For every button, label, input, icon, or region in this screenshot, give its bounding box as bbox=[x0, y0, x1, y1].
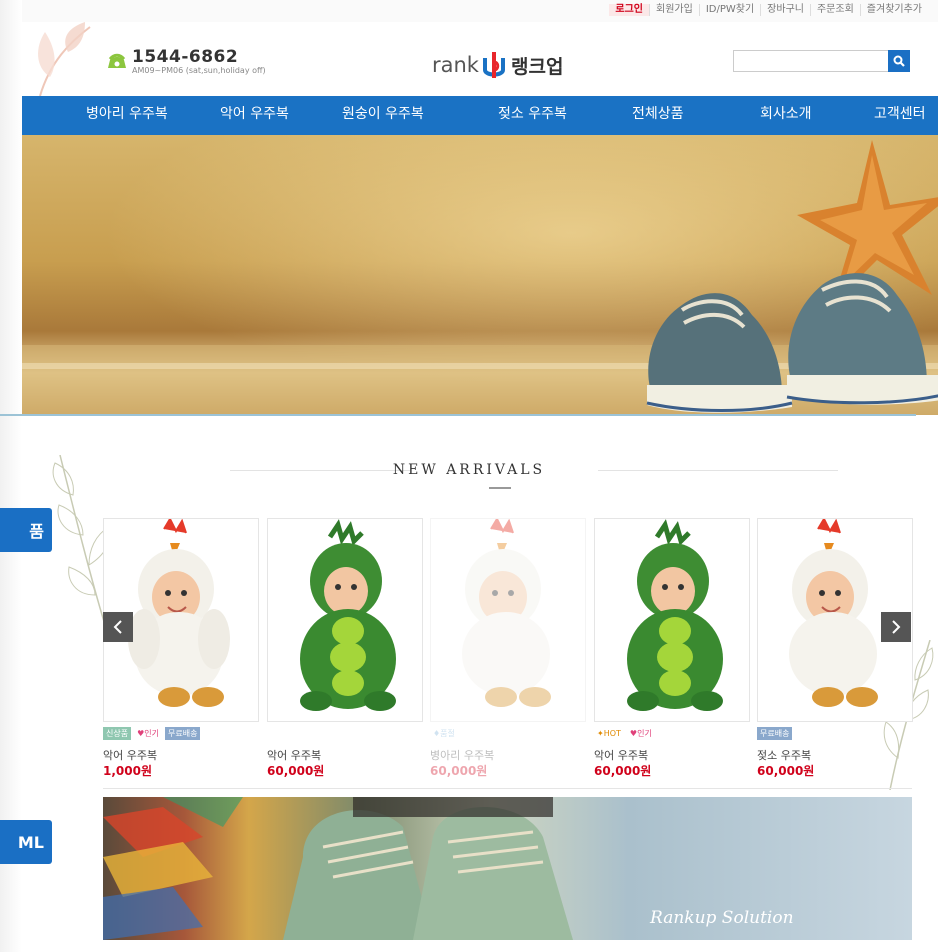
login-link[interactable]: 로그인 bbox=[609, 4, 650, 16]
site-logo[interactable]: rank 랭크업 bbox=[432, 50, 563, 80]
hero-bottom-line bbox=[0, 414, 916, 416]
title-underline bbox=[489, 487, 511, 489]
product-4-badges: ✦HOT ♥인기 bbox=[594, 727, 655, 740]
product-card-3[interactable] bbox=[430, 518, 586, 722]
top-utility-bar: 로그인 회원가입 ID/PW찾기 장바구니 주문조회 즐겨찾기추가 bbox=[22, 0, 938, 23]
product-price: 60,000원 bbox=[594, 764, 652, 778]
product-1-badges: 신상품 ♥인기 무료배송 bbox=[103, 727, 201, 740]
search-button[interactable] bbox=[888, 50, 910, 72]
product-price: 60,000원 bbox=[430, 764, 488, 778]
badge-new: 신상품 bbox=[103, 727, 132, 740]
baby-shoe-right-icon bbox=[786, 273, 938, 405]
nav-item-chick[interactable]: 병아리 우주복 bbox=[86, 96, 168, 135]
banner-text: Rankup Solution bbox=[650, 908, 794, 928]
hero-scene bbox=[22, 140, 938, 415]
product-price: 1,000원 bbox=[103, 764, 152, 778]
carousel-prev-button[interactable] bbox=[103, 612, 133, 642]
product-price: 60,000원 bbox=[267, 764, 325, 778]
product-5-badges: 무료배송 bbox=[757, 727, 793, 740]
side-tab-html[interactable]: ML bbox=[0, 820, 52, 864]
find-id-pw-link[interactable]: ID/PW찾기 bbox=[698, 4, 760, 16]
product-name[interactable]: 병아리 우주복 bbox=[430, 747, 494, 763]
nav-item-crocodile[interactable]: 악어 우주복 bbox=[220, 96, 289, 135]
product-name[interactable]: 악어 우주복 bbox=[594, 747, 648, 763]
cart-link[interactable]: 장바구니 bbox=[760, 4, 810, 16]
section-divider bbox=[103, 788, 912, 789]
chevron-right-icon bbox=[892, 620, 901, 634]
product-name[interactable]: 악어 우주복 bbox=[267, 747, 321, 763]
product-price: 60,000원 bbox=[757, 764, 815, 778]
nav-item-cow[interactable]: 젖소 우주복 bbox=[498, 96, 567, 135]
phone-number: 1544-6862 bbox=[132, 47, 239, 67]
badge-hot: ✦HOT bbox=[597, 729, 621, 738]
baby-pea-costume-image bbox=[300, 519, 396, 711]
page: 로그인 회원가입 ID/PW찾기 장바구니 주문조회 즐겨찾기추가 1544-6… bbox=[0, 0, 938, 952]
hero-banner[interactable] bbox=[22, 135, 938, 415]
nav-item-all-products[interactable]: 전체상품 bbox=[632, 96, 684, 135]
baby-pea-costume-image bbox=[627, 519, 723, 711]
product-name[interactable]: 악어 우주복 bbox=[103, 747, 157, 763]
carousel-next-button[interactable] bbox=[881, 612, 911, 642]
phone-icon bbox=[108, 53, 126, 68]
product-3-badges: ♦품절 bbox=[430, 727, 458, 740]
main-nav: 병아리 우주복 악어 우주복 원숭이 우주복 젖소 우주복 전체상품 회사소개 … bbox=[22, 96, 938, 135]
join-link[interactable]: 회원가입 bbox=[649, 4, 699, 16]
badge-popular: ♥인기 bbox=[629, 729, 652, 738]
baby-chick-costume-image bbox=[462, 519, 551, 707]
chevron-left-icon bbox=[113, 620, 122, 634]
bookmark-link[interactable]: 즐겨찾기추가 bbox=[859, 4, 928, 16]
product-name[interactable]: 젖소 우주복 bbox=[757, 747, 811, 763]
badge-free-shipping: 무료배송 bbox=[757, 727, 793, 740]
top-links: 로그인 회원가입 ID/PW찾기 장바구니 주문조회 즐겨찾기추가 bbox=[609, 4, 928, 16]
business-hours: AM09~PM06 (sat,sun,holiday off) bbox=[132, 66, 266, 75]
logo-up-icon bbox=[482, 52, 505, 78]
nav-item-company[interactable]: 회사소개 bbox=[760, 96, 812, 135]
header: 1544-6862 AM09~PM06 (sat,sun,holiday off… bbox=[22, 22, 938, 96]
badge-popular: ♥인기 bbox=[137, 729, 159, 738]
leaf-decoration-icon bbox=[38, 22, 91, 96]
nav-item-monkey[interactable]: 원숭이 우주복 bbox=[342, 96, 424, 135]
order-lookup-link[interactable]: 주문조회 bbox=[809, 4, 860, 16]
baby-shoe-left-icon bbox=[646, 293, 793, 413]
badge-free-shipping: 무료배송 bbox=[165, 727, 201, 740]
search-input[interactable] bbox=[733, 50, 889, 72]
badge-soldout: ♦품절 bbox=[433, 729, 455, 738]
section-title: NEW ARRIVALS bbox=[392, 462, 546, 478]
logo-text-kr: 랭크업 bbox=[510, 55, 564, 78]
product-card-4[interactable] bbox=[594, 518, 750, 722]
logo-text-en: rank bbox=[432, 53, 479, 77]
nav-item-customer-center[interactable]: 고객센터 bbox=[874, 96, 926, 135]
product-card-2[interactable] bbox=[267, 518, 423, 722]
search-icon bbox=[893, 55, 905, 67]
